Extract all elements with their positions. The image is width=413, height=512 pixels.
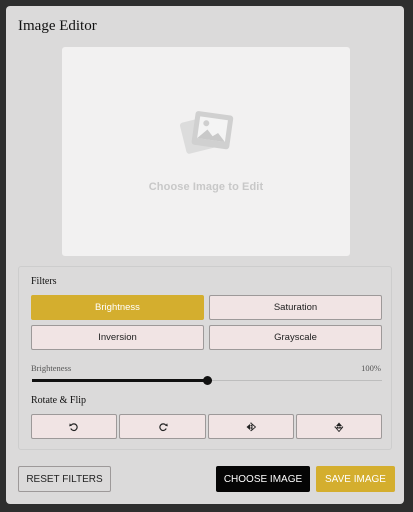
image-editor-window: Image Editor Choose Image to Edit Filter… bbox=[6, 6, 404, 504]
slider-fill bbox=[32, 379, 207, 382]
image-placeholder-icon bbox=[179, 111, 234, 154]
flip-vertical-icon bbox=[334, 422, 344, 432]
flip-vertical-button[interactable] bbox=[296, 414, 382, 439]
slider-thumb[interactable] bbox=[203, 376, 212, 385]
placeholder-text: Choose Image to Edit bbox=[148, 181, 264, 193]
filter-inversion-button[interactable]: Inversion bbox=[31, 325, 204, 350]
save-image-button[interactable]: SAVE IMAGE bbox=[316, 466, 395, 492]
rotate-right-button[interactable] bbox=[119, 414, 206, 439]
rotate-left-button[interactable] bbox=[31, 414, 117, 439]
rotate-flip-heading: Rotate & Flip bbox=[31, 395, 86, 406]
rotate-right-icon bbox=[158, 422, 168, 431]
image-preview: Choose Image to Edit bbox=[62, 47, 350, 256]
filter-brightness-button[interactable]: Brightness bbox=[31, 295, 204, 320]
slider-name: Brighteness bbox=[31, 363, 72, 373]
controls-panel: Filters Brightness Saturation Inversion … bbox=[18, 266, 392, 450]
app-title: Image Editor bbox=[18, 18, 97, 34]
filter-saturation-button[interactable]: Saturation bbox=[209, 295, 382, 320]
flip-horizontal-icon bbox=[246, 422, 256, 431]
rotate-left-icon bbox=[69, 422, 78, 431]
slider-value: 100% bbox=[361, 363, 381, 373]
filters-heading: Filters bbox=[31, 276, 57, 287]
choose-image-button[interactable]: CHOOSE IMAGE bbox=[216, 466, 310, 492]
flip-horizontal-button[interactable] bbox=[208, 414, 294, 439]
filter-grayscale-button[interactable]: Grayscale bbox=[209, 325, 382, 350]
reset-filters-button[interactable]: RESET FILTERS bbox=[18, 466, 111, 492]
